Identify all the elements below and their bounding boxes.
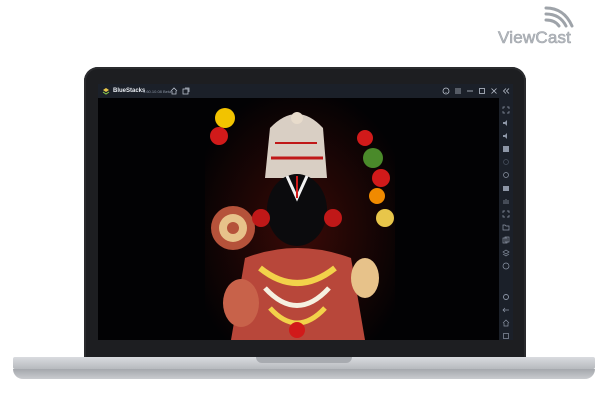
close-icon[interactable] [490, 87, 498, 95]
volume-up-icon[interactable] [502, 114, 510, 126]
title-bar: BlueStacks 4.60.10.08 Beta [98, 84, 513, 98]
app-version: 4.60.10.08 Beta [143, 89, 172, 94]
volume-down-icon[interactable] [502, 127, 510, 139]
minimize-icon[interactable] [466, 87, 474, 95]
fullscreen-icon[interactable] [502, 101, 510, 114]
settings-icon[interactable] [502, 288, 510, 300]
collapse-sidebar-icon[interactable] [502, 87, 510, 95]
record-icon[interactable] [502, 192, 510, 204]
app-name: BlueStacks [113, 88, 146, 94]
rotate-icon[interactable] [502, 166, 510, 178]
menu-icon[interactable] [454, 87, 462, 95]
android-screen[interactable] [98, 98, 499, 340]
location-icon[interactable] [502, 257, 510, 270]
back-icon[interactable] [502, 301, 510, 313]
help-icon[interactable] [442, 87, 450, 95]
camera-icon[interactable] [502, 179, 510, 191]
emulator-sidebar [499, 98, 513, 340]
maximize-icon[interactable] [478, 87, 486, 95]
home-icon[interactable] [170, 87, 178, 95]
bluestacks-logo-icon [102, 88, 110, 95]
signal-waves-icon [544, 6, 574, 28]
recents-icon[interactable] [502, 327, 510, 339]
folder-icon[interactable] [502, 218, 510, 231]
viewcast-logo: ViewCast [498, 4, 598, 52]
viewcast-wordmark: ViewCast [498, 28, 572, 48]
keymapping-icon[interactable] [502, 140, 510, 152]
emulator-window: BlueStacks 4.60.10.08 Beta [98, 84, 513, 340]
layers-icon[interactable] [502, 244, 510, 257]
android-home-icon[interactable] [502, 314, 510, 327]
laptop-base-lip [13, 369, 595, 379]
multi-instance-icon[interactable] [182, 87, 190, 95]
copy-icon[interactable] [502, 231, 510, 244]
screenshot-icon[interactable] [502, 205, 510, 218]
eye-icon[interactable] [502, 153, 510, 165]
laptop-hinge-notch [256, 357, 352, 363]
deity-wallpaper-image [205, 98, 395, 340]
